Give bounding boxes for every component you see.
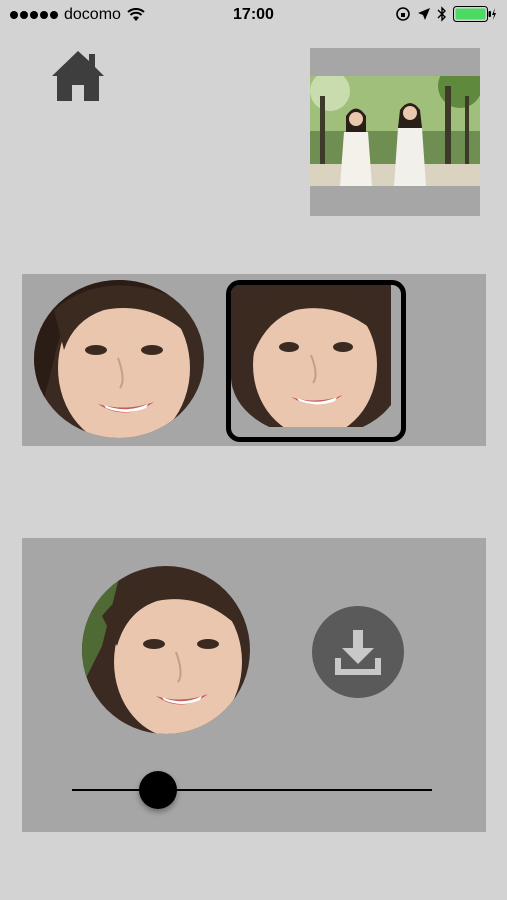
face-image: [34, 280, 204, 438]
home-icon: [52, 51, 104, 101]
source-photo: [310, 76, 480, 186]
status-right-group: [395, 6, 497, 22]
slider-track: [72, 789, 432, 791]
size-slider[interactable]: [72, 768, 432, 812]
face-image: [231, 285, 401, 437]
bluetooth-icon: [437, 6, 446, 22]
home-button[interactable]: [48, 48, 108, 104]
rotation-lock-icon: [396, 7, 410, 21]
preview-face-image: [82, 566, 250, 734]
shape-selector-panel: [22, 274, 486, 446]
shape-option-rounded-square[interactable]: [226, 280, 406, 442]
download-icon: [335, 630, 381, 675]
slider-thumb[interactable]: [139, 771, 178, 809]
battery-icon: [453, 6, 496, 22]
location-icon: [418, 8, 430, 20]
shape-option-oval[interactable]: [34, 280, 204, 438]
status-bar: docomo 17:00: [0, 0, 507, 30]
preview-panel: [22, 538, 486, 832]
source-photo-thumbnail[interactable]: [310, 48, 480, 216]
download-button[interactable]: [312, 606, 404, 698]
